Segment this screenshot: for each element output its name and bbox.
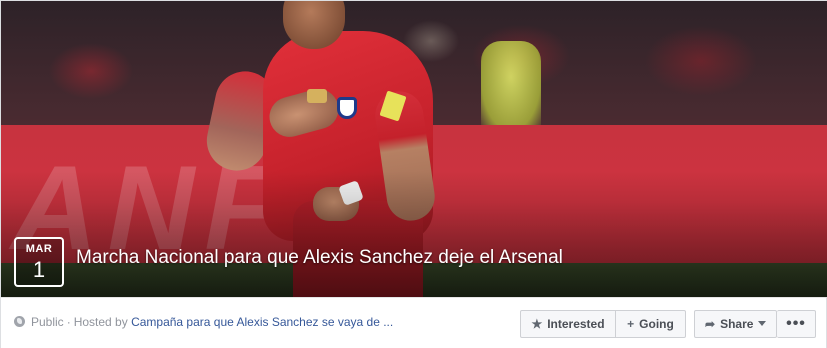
host-link[interactable]: Campaña para que Alexis Sanchez se vaya … — [131, 315, 393, 329]
event-date-day: 1 — [32, 257, 46, 282]
share-arrow-icon: ➦ — [705, 317, 716, 331]
cover-bottom-shade — [1, 171, 827, 297]
event-title[interactable]: Marcha Nacional para que Alexis Sanchez … — [76, 247, 563, 269]
interested-button[interactable]: ★ Interested — [520, 310, 616, 338]
interested-label: Interested — [547, 317, 605, 331]
event-meta: Public · Hosted by Campaña para que Alexis… — [14, 315, 393, 329]
cover-steward-vest — [481, 41, 541, 131]
plus-icon: + — [627, 317, 635, 331]
cover-shirt-badge — [307, 89, 327, 103]
event-action-bar: Public · Hosted by Campaña para que Alexis… — [1, 297, 826, 348]
globe-icon — [14, 316, 25, 327]
cover-shirt-crest — [337, 97, 357, 119]
going-button[interactable]: + Going — [615, 310, 686, 338]
privacy-label[interactable]: Public — [31, 315, 64, 329]
more-dots-icon: ••• — [786, 315, 806, 332]
event-cover-photo[interactable]: ANF MAR 1 Marcha Nacional para que Alexi… — [1, 1, 827, 297]
share-button[interactable]: ➦ Share — [694, 310, 777, 338]
meta-separator: · — [66, 315, 71, 329]
more-options-button[interactable]: ••• — [777, 310, 816, 338]
going-label: Going — [639, 317, 674, 331]
chevron-down-icon — [758, 321, 767, 326]
event-card: ANF MAR 1 Marcha Nacional para que Alexi… — [0, 0, 827, 348]
star-icon: ★ — [531, 317, 543, 331]
hosted-by-label: Hosted by — [73, 315, 128, 329]
event-date-box: MAR 1 — [14, 237, 64, 287]
event-date-month: MAR — [25, 243, 53, 255]
share-label: Share — [720, 317, 754, 331]
